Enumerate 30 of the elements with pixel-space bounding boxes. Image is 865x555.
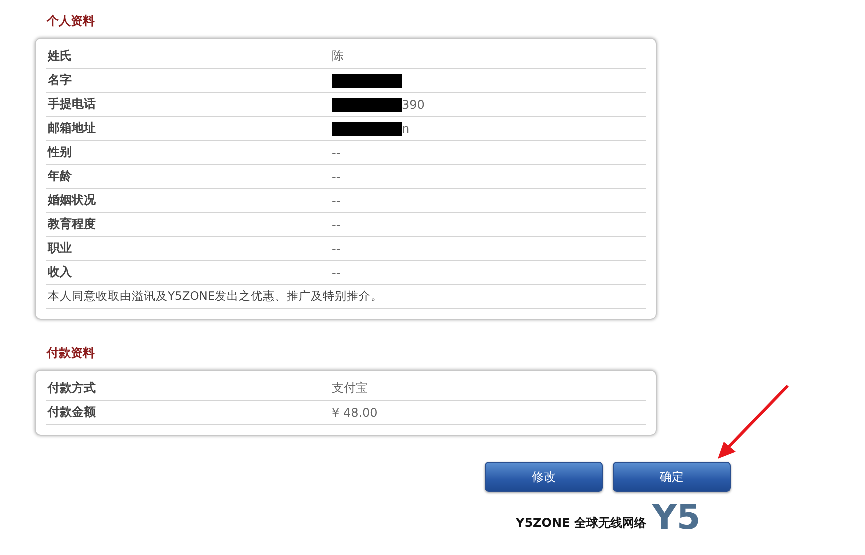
field-label: 婚姻状况 (48, 192, 97, 209)
field-value: -- (332, 146, 341, 160)
field-label: 姓氏 (48, 48, 73, 65)
field-label: 年龄 (48, 168, 73, 185)
field-label: 收入 (48, 264, 73, 281)
section-title: 个人资料 (47, 13, 96, 30)
field-value: 支付宝 (332, 380, 368, 397)
field-value: n (402, 122, 410, 136)
field-value: -- (332, 266, 341, 280)
logo-text: Y5 (652, 502, 701, 534)
field-label: 名字 (48, 72, 73, 89)
field-label: 职业 (48, 240, 73, 257)
field-label: 付款方式 (48, 380, 97, 397)
field-label: 手提电话 (48, 96, 97, 113)
field-label: 教育程度 (48, 216, 97, 233)
field-value: ¥ 48.00 (332, 406, 378, 420)
field-value: 陈 (332, 48, 344, 65)
field-value: -- (332, 170, 341, 184)
action-button[interactable]: 修改 (485, 462, 603, 492)
field-label: 付款金额 (48, 404, 97, 421)
consent-text: 本人同意收取由溢讯及Y5ZONE发出之优惠、推广及特别推介。 (48, 289, 384, 304)
field-value: -- (332, 194, 341, 208)
action-button[interactable]: 确定 (613, 462, 731, 492)
section-title: 付款资料 (47, 345, 96, 362)
field-value: -- (332, 218, 341, 232)
field-label: 邮箱地址 (48, 120, 97, 137)
brand-text: Y5ZONE 全球无线网络 (516, 515, 646, 532)
field-value: 390 (402, 98, 425, 112)
field-value: -- (332, 242, 341, 256)
field-label: 性别 (48, 144, 73, 161)
